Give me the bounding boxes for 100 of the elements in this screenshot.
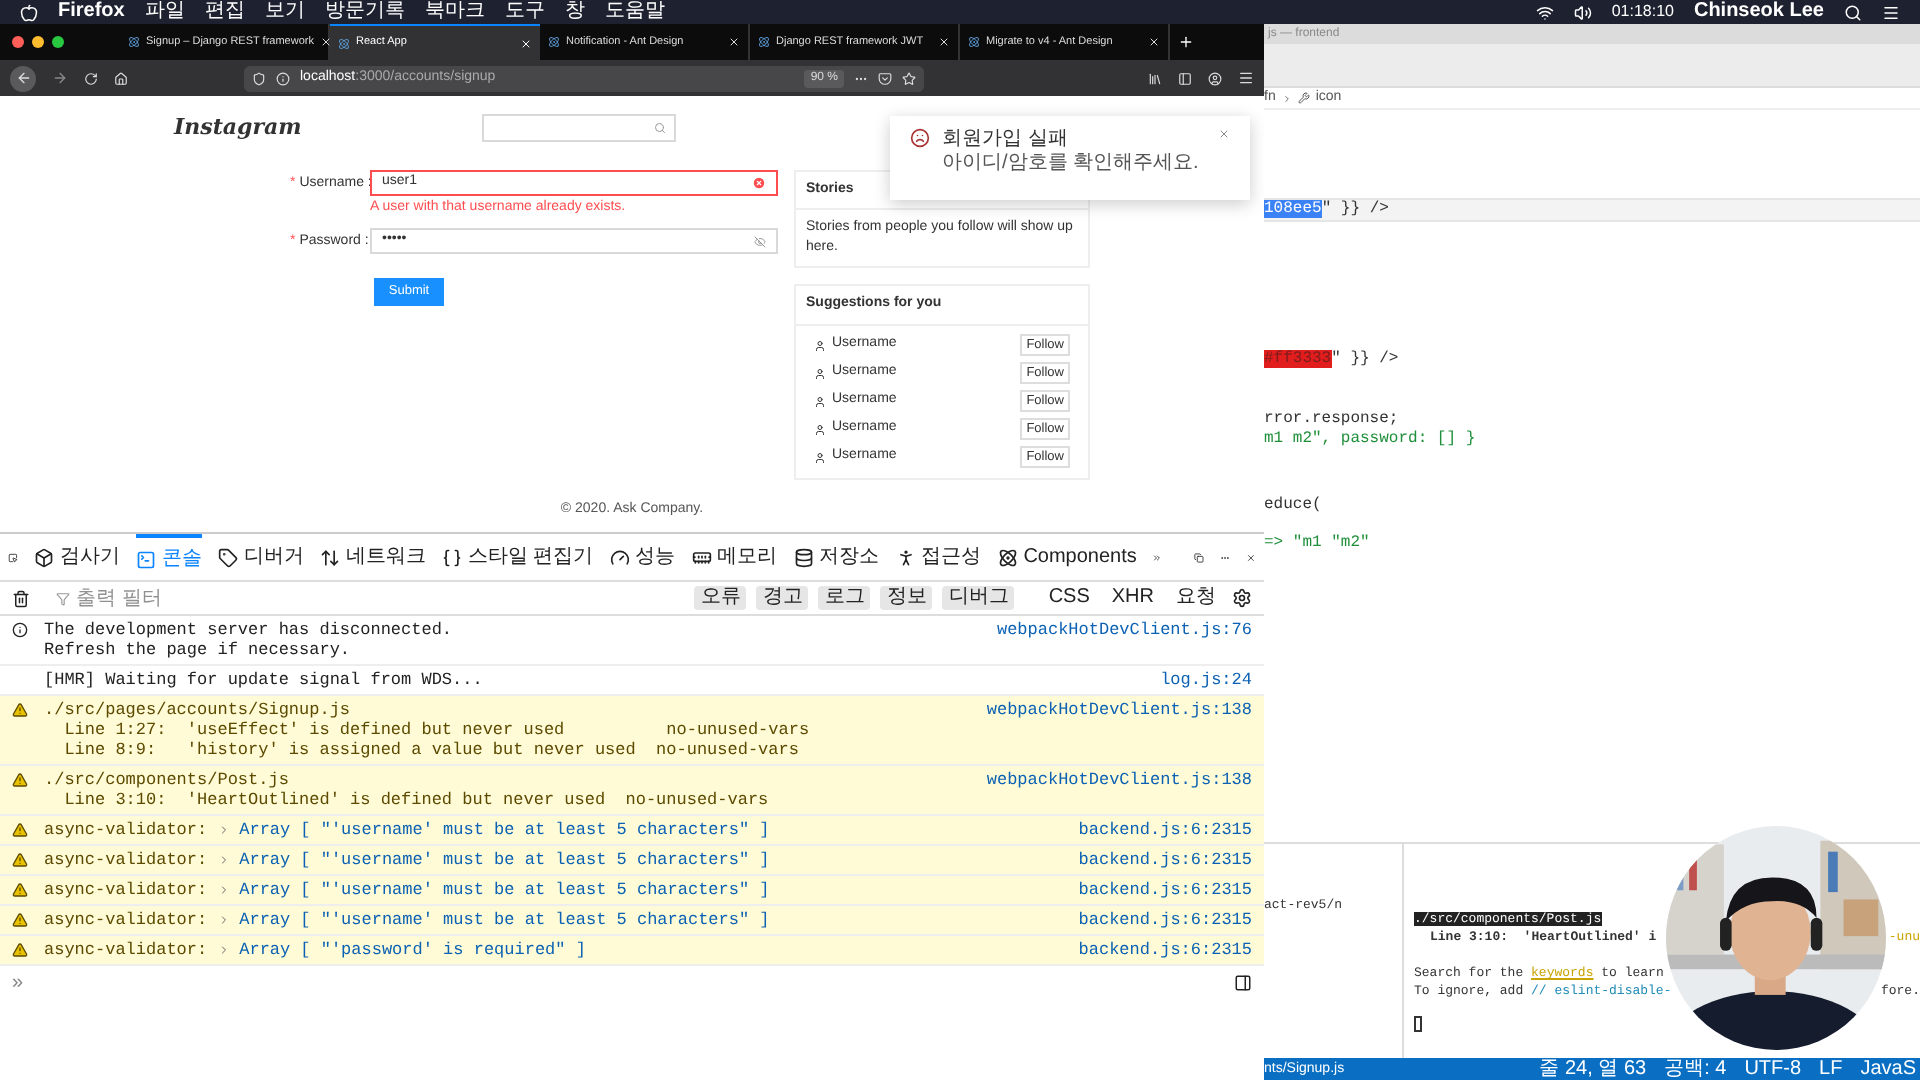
user-icon: [814, 367, 826, 379]
status-item[interactable]: UTF-8: [1744, 1059, 1802, 1079]
status-item[interactable]: LF: [1819, 1059, 1843, 1079]
settings-icon[interactable]: [1232, 588, 1252, 608]
tab-icon: [997, 547, 1018, 567]
menu-icon[interactable]: [1882, 3, 1900, 21]
filter-button[interactable]: XHR: [1105, 586, 1160, 610]
warning-icon: [12, 702, 28, 718]
chevron-icon: [1281, 93, 1292, 103]
menu-item[interactable]: Firefox: [58, 2, 125, 22]
source-link[interactable]: webpackHotDevClient.js:76: [996, 620, 1252, 660]
object-label[interactable]: Array: [239, 850, 291, 870]
split-console-icon[interactable]: [1234, 973, 1252, 991]
devtools-tab[interactable]: 스타일 편집기: [441, 534, 594, 580]
close-tab-icon[interactable]: [1148, 36, 1160, 48]
warning-icon: [12, 942, 28, 958]
menu-item[interactable]: 방문기록: [324, 2, 405, 22]
dock-icon[interactable]: [1194, 547, 1205, 567]
apple-icon[interactable]: [20, 3, 38, 21]
menu-item[interactable]: 편집: [204, 2, 245, 22]
wrench-icon: [1297, 92, 1310, 104]
devtools-tab[interactable]: Components: [997, 534, 1137, 580]
warning-icon: [12, 912, 28, 928]
status-item[interactable]: JavaS: [1860, 1059, 1916, 1079]
tab-icon: [217, 547, 238, 567]
devtools-tab[interactable]: 메모리: [691, 534, 778, 580]
level-filter-button[interactable]: 정보: [880, 586, 933, 610]
reload-icon[interactable]: [84, 71, 98, 85]
filter-button[interactable]: 요청: [1170, 586, 1222, 610]
wifi-icon[interactable]: [1535, 3, 1554, 21]
minimize-window-button[interactable]: [32, 36, 44, 48]
trash-icon[interactable]: [12, 589, 30, 607]
user-icon: [814, 339, 826, 351]
array-value: [ "'username' must be at least 5 characters" ]: [300, 880, 770, 900]
user-name[interactable]: Chinseok Lee: [1693, 2, 1824, 22]
object-label[interactable]: Array: [239, 940, 291, 960]
status-item[interactable]: 공백: 4: [1664, 1059, 1727, 1079]
level-filter-button[interactable]: 디버그: [942, 586, 1015, 610]
tab-icon: [135, 549, 156, 569]
devtools-tab[interactable]: 콘솔: [135, 534, 202, 580]
close-window-button[interactable]: [12, 36, 24, 48]
devtools-tab[interactable]: 성능: [609, 534, 676, 580]
zoom-window-button[interactable]: [52, 36, 64, 48]
menu-item[interactable]: 북마크: [424, 2, 485, 22]
close-tab-icon[interactable]: [728, 36, 740, 48]
account-icon[interactable]: [1208, 71, 1222, 85]
new-tab-icon[interactable]: [1178, 34, 1194, 50]
status-item[interactable]: 줄 24, 열 63: [1539, 1059, 1647, 1079]
back-arrow-icon[interactable]: [15, 70, 31, 86]
logo-text[interactable]: Instagram: [174, 112, 482, 145]
forward-icon[interactable]: [52, 70, 68, 86]
filter-field[interactable]: 출력 필터: [76, 583, 476, 613]
level-filter-button[interactable]: 오류: [694, 586, 747, 610]
source-link[interactable]: log.js:24: [1160, 670, 1252, 690]
notification-text: 아이디/암호를 확인해주세요.: [942, 152, 1201, 176]
pocket-icon[interactable]: [878, 71, 892, 85]
source-link[interactable]: backend.js:6:2315: [1078, 850, 1252, 870]
prompt-symbol: »: [12, 969, 24, 997]
menu-item[interactable]: 도구: [504, 2, 545, 22]
tab-icon: [691, 547, 712, 567]
clear-icon[interactable]: [752, 175, 766, 189]
library-icon[interactable]: [1148, 71, 1162, 85]
back-button[interactable]: [10, 65, 36, 91]
bookmark-star-icon[interactable]: [902, 71, 916, 85]
tab-icon: [793, 547, 814, 567]
menu-item[interactable]: 도움말: [604, 2, 665, 22]
menu-item[interactable]: 파일: [144, 2, 185, 22]
search-field[interactable]: [482, 114, 676, 143]
source-link[interactable]: backend.js:6:2315: [1078, 910, 1252, 930]
array-value: [ "'password' is required" ]: [300, 940, 586, 960]
sidebar-icon[interactable]: [1178, 71, 1192, 85]
source-link[interactable]: webpackHotDevClient.js:138: [986, 700, 1252, 760]
object-label[interactable]: Array: [239, 880, 291, 900]
devtools-tab[interactable]: 접근성: [895, 534, 982, 580]
eye-off-icon[interactable]: [754, 235, 766, 247]
source-link[interactable]: backend.js:6:2315: [1078, 940, 1252, 960]
menu-item[interactable]: 보기: [264, 2, 305, 22]
devtools-tab[interactable]: 저장소: [793, 534, 880, 580]
code-line: educe(: [1264, 496, 1324, 516]
menu-icon[interactable]: [1238, 70, 1254, 86]
object-label[interactable]: Array: [239, 820, 291, 840]
source-link[interactable]: webpackHotDevClient.js:138: [986, 770, 1252, 810]
source-link[interactable]: backend.js:6:2315: [1078, 880, 1252, 900]
menu-item[interactable]: 창: [564, 2, 585, 22]
home-icon[interactable]: [114, 71, 128, 85]
close-tab-icon[interactable]: [319, 36, 332, 48]
volume-icon[interactable]: [1573, 3, 1592, 21]
devtools-tab[interactable]: 검사기: [33, 534, 120, 580]
search-icon[interactable]: [1844, 3, 1862, 21]
filter-button[interactable]: CSS: [1042, 586, 1096, 610]
devtools-tab[interactable]: 네트워크: [319, 534, 426, 580]
search-icon: [654, 122, 666, 135]
close-icon[interactable]: [1218, 128, 1230, 140]
tab-favicon-icon: [128, 36, 140, 48]
close-tab-icon[interactable]: [938, 36, 950, 48]
devtools-tab[interactable]: 디버거: [217, 534, 304, 580]
object-label[interactable]: Array: [239, 910, 291, 930]
source-link[interactable]: backend.js:6:2315: [1078, 820, 1252, 840]
level-filter-button[interactable]: 로그: [818, 586, 871, 610]
level-filter-button[interactable]: 경고: [756, 586, 809, 610]
